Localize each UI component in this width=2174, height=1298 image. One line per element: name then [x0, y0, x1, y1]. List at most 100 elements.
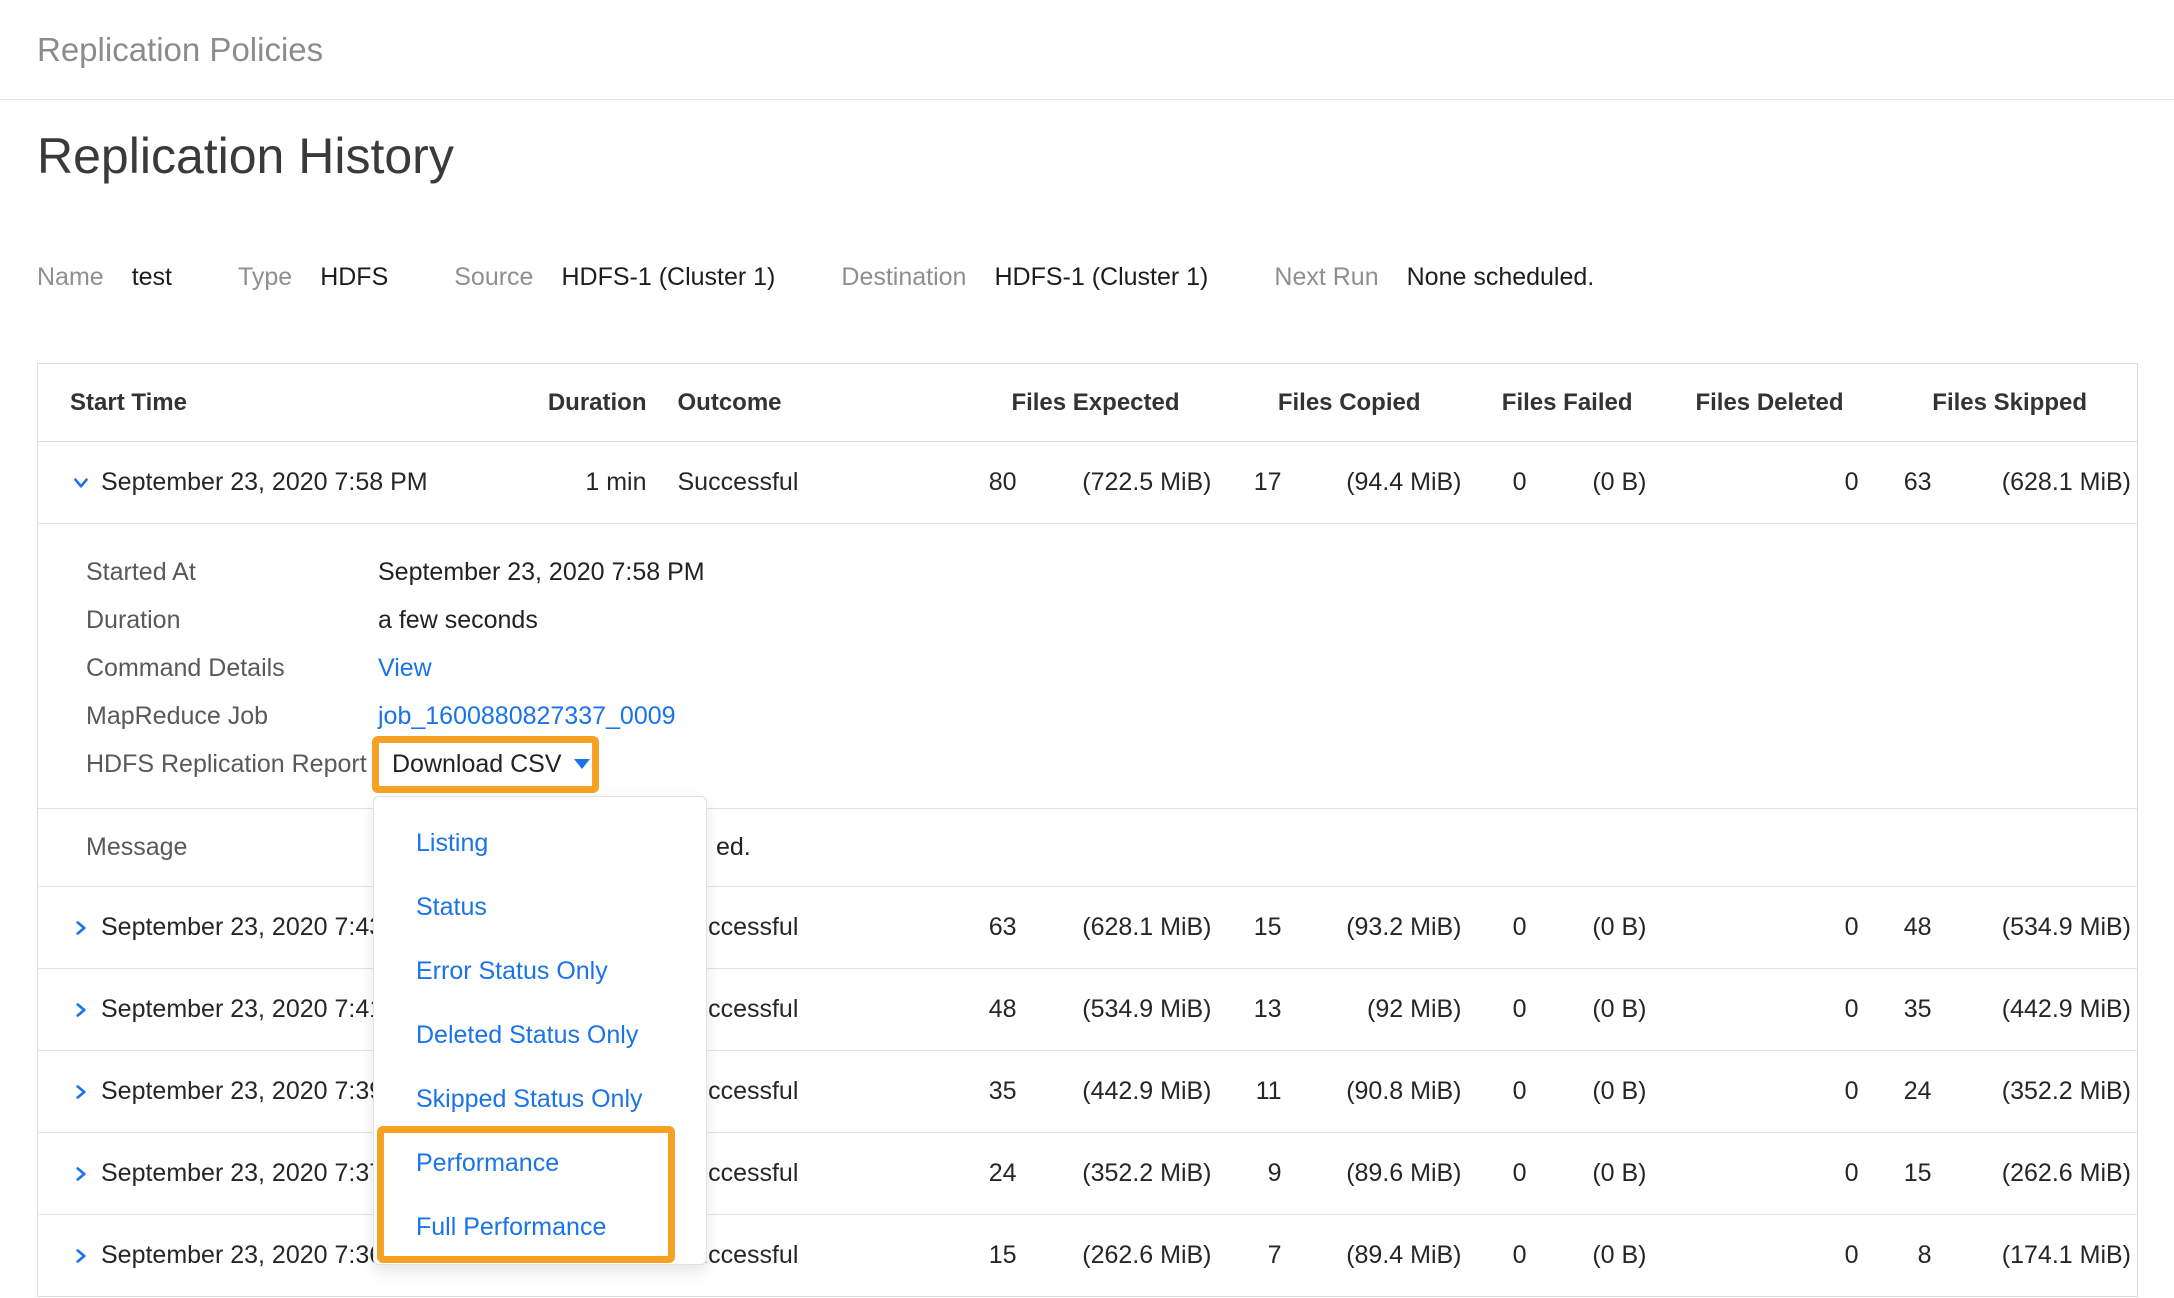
command-details-view-link[interactable]: View: [378, 654, 432, 682]
detail-message-label: Message: [86, 809, 378, 886]
row-files-failed-size: (0 B): [1528, 887, 1648, 969]
policy-source-label: Source: [454, 262, 533, 292]
row-files-expected-size: (262.6 MiB): [1018, 1215, 1213, 1297]
mapreduce-job-link[interactable]: job_1600880827337_0009: [378, 702, 676, 730]
chevron-right-icon[interactable]: [70, 1163, 92, 1185]
menu-item-performance[interactable]: Performance: [374, 1131, 706, 1195]
row-files-skipped: 48: [1863, 887, 1933, 969]
row-files-skipped-size: (442.9 MiB): [1933, 969, 2138, 1051]
row-files-deleted: 0: [1648, 887, 1863, 969]
detail-duration-label: Duration: [86, 596, 378, 644]
row-files-copied-size: (89.6 MiB): [1283, 1133, 1463, 1215]
row-files-expected-size: (628.1 MiB): [1018, 887, 1213, 969]
policy-source-value: HDFS-1 (Cluster 1): [561, 262, 775, 292]
detail-duration-value: a few seconds: [378, 596, 538, 644]
row-files-expected-size: (534.9 MiB): [1018, 969, 1213, 1051]
policy-type-value: HDFS: [320, 262, 388, 292]
row-files-expected-size: (442.9 MiB): [1018, 1051, 1213, 1133]
row-files-failed-size: (0 B): [1528, 969, 1648, 1051]
header-duration: Duration: [478, 364, 648, 442]
row-files-copied: 13: [1213, 969, 1283, 1051]
header-start-time: Start Time: [38, 364, 478, 442]
row-files-failed: 0: [1463, 442, 1528, 524]
policy-destination-label: Destination: [841, 262, 966, 292]
row-files-copied-size: (92 MiB): [1283, 969, 1463, 1051]
row-files-expected: 35: [878, 1051, 1018, 1133]
row-files-failed: 0: [1463, 969, 1528, 1051]
row-files-expected: 24: [878, 1133, 1018, 1215]
row-files-skipped: 35: [1863, 969, 1933, 1051]
header-files-failed: Files Failed: [1463, 364, 1648, 442]
policy-destination: Destination HDFS-1 (Cluster 1): [841, 262, 1208, 292]
policy-source: Source HDFS-1 (Cluster 1): [454, 262, 775, 292]
row-files-deleted: 0: [1648, 442, 1863, 524]
table-row[interactable]: September 23, 2020 7:41 PM 1 min Success…: [38, 969, 2138, 1051]
row-files-copied-size: (93.2 MiB): [1283, 887, 1463, 969]
row-files-skipped: 24: [1863, 1051, 1933, 1133]
menu-item-full-performance[interactable]: Full Performance: [374, 1195, 706, 1259]
row-files-deleted: 0: [1648, 969, 1863, 1051]
menu-item-status[interactable]: Status: [374, 875, 706, 939]
chevron-right-icon[interactable]: [70, 999, 92, 1021]
policy-type-label: Type: [238, 262, 292, 292]
detail-started-at-value: September 23, 2020 7:58 PM: [378, 548, 705, 596]
row-files-skipped-size: (352.2 MiB): [1933, 1051, 2138, 1133]
row-files-failed-size: (0 B): [1528, 1051, 1648, 1133]
breadcrumb: Replication Policies: [37, 31, 323, 69]
row-files-skipped-size: (628.1 MiB): [1933, 442, 2138, 524]
main-content: Replication History Name test Type HDFS …: [0, 128, 2174, 1297]
row-files-copied: 15: [1213, 887, 1283, 969]
row-files-skipped: 15: [1863, 1133, 1933, 1215]
row-files-copied-size: (90.8 MiB): [1283, 1051, 1463, 1133]
chevron-right-icon[interactable]: [70, 917, 92, 939]
row-files-failed: 0: [1463, 1215, 1528, 1297]
row-files-copied-size: (94.4 MiB): [1283, 442, 1463, 524]
table-row[interactable]: September 23, 2020 7:39 PM 1 min Success…: [38, 1051, 2138, 1133]
header-outcome: Outcome: [648, 364, 878, 442]
row-files-expected: 80: [878, 442, 1018, 524]
message-row: Message ed.: [38, 808, 2137, 886]
table-row[interactable]: September 23, 2020 7:37 PM 1 min Success…: [38, 1133, 2138, 1215]
policy-type: Type HDFS: [238, 262, 388, 292]
chevron-right-icon[interactable]: [70, 1081, 92, 1103]
row-files-expected-size: (352.2 MiB): [1018, 1133, 1213, 1215]
row-files-copied: 9: [1213, 1133, 1283, 1215]
row-duration: 1 min: [478, 442, 648, 524]
table-row[interactable]: September 23, 2020 7:58 PM 1 min Success…: [38, 442, 2138, 524]
policy-next-run-label: Next Run: [1274, 262, 1378, 292]
row-files-deleted: 0: [1648, 1051, 1863, 1133]
header-files-expected: Files Expected: [878, 364, 1213, 442]
detail-report-label: HDFS Replication Report: [86, 740, 378, 788]
table-row[interactable]: September 23, 2020 7:36 PM 1 min Success…: [38, 1215, 2138, 1297]
row-files-deleted: 0: [1648, 1133, 1863, 1215]
download-csv-label: Download CSV: [392, 740, 562, 788]
row-files-skipped-size: (262.6 MiB): [1933, 1133, 2138, 1215]
policy-name-value: test: [132, 262, 172, 292]
row-start-time: September 23, 2020 7:58 PM: [101, 468, 428, 497]
table-row[interactable]: September 23, 2020 7:43 PM 1 min Success…: [38, 887, 2138, 969]
menu-item-skipped-status-only[interactable]: Skipped Status Only: [374, 1067, 706, 1131]
row-outcome: Successful: [648, 442, 878, 524]
menu-item-listing[interactable]: Listing: [374, 811, 706, 875]
menu-item-error-status-only[interactable]: Error Status Only: [374, 939, 706, 1003]
row-files-skipped: 8: [1863, 1215, 1933, 1297]
policy-info-row: Name test Type HDFS Source HDFS-1 (Clust…: [37, 262, 2137, 292]
row-files-expected: 48: [878, 969, 1018, 1051]
row-files-skipped-size: (174.1 MiB): [1933, 1215, 2138, 1297]
row-files-expected: 15: [878, 1215, 1018, 1297]
row-files-copied-size: (89.4 MiB): [1283, 1215, 1463, 1297]
table-header-row: Start Time Duration Outcome Files Expect…: [38, 364, 2138, 442]
row-files-skipped-size: (534.9 MiB): [1933, 887, 2138, 969]
chevron-down-icon[interactable]: [70, 472, 92, 494]
replication-history-table: Start Time Duration Outcome Files Expect…: [37, 363, 2138, 1297]
download-csv-button[interactable]: Download CSV: [378, 740, 590, 788]
row-files-copied: 17: [1213, 442, 1283, 524]
header-files-skipped: Files Skipped: [1863, 364, 2138, 442]
row-files-expected: 63: [878, 887, 1018, 969]
chevron-right-icon[interactable]: [70, 1245, 92, 1267]
row-files-skipped: 63: [1863, 442, 1933, 524]
menu-item-deleted-status-only[interactable]: Deleted Status Only: [374, 1003, 706, 1067]
row-files-failed: 0: [1463, 887, 1528, 969]
page-title: Replication History: [37, 128, 2137, 184]
expanded-row-details: Started At September 23, 2020 7:58 PM Du…: [38, 548, 2137, 788]
